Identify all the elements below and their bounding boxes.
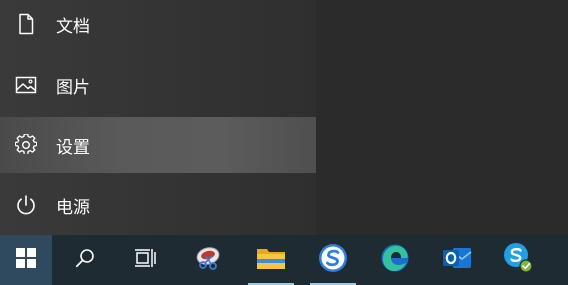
menu-item-documents[interactable]: 文档 bbox=[0, 0, 316, 52]
outlook-icon bbox=[441, 243, 473, 277]
menu-item-pictures[interactable]: 图片 bbox=[0, 57, 316, 113]
taskbar bbox=[0, 235, 568, 285]
skype-icon bbox=[502, 241, 536, 279]
snipping-tool-icon bbox=[194, 243, 224, 277]
menu-item-settings[interactable]: 设置 bbox=[0, 117, 316, 173]
search-icon bbox=[75, 248, 95, 272]
start-menu-left-pane: 文档 图片 设置 电源 bbox=[0, 0, 316, 235]
settings-gear-icon bbox=[13, 132, 39, 158]
menu-item-power[interactable]: 电源 bbox=[0, 177, 316, 233]
task-view-button[interactable] bbox=[116, 235, 174, 285]
start-button[interactable] bbox=[0, 235, 52, 285]
taskbar-app-outlook[interactable] bbox=[428, 235, 486, 285]
taskbar-app-edge[interactable] bbox=[366, 235, 424, 285]
edge-browser-icon bbox=[379, 242, 411, 278]
menu-item-label: 文档 bbox=[56, 16, 90, 37]
taskbar-app-file-explorer[interactable] bbox=[242, 235, 300, 285]
taskbar-app-snipping-tool[interactable] bbox=[180, 235, 238, 285]
taskbar-app-sogou[interactable] bbox=[304, 235, 362, 285]
pictures-icon bbox=[13, 72, 39, 98]
menu-item-label: 电源 bbox=[56, 197, 90, 218]
start-menu-tiles-pane bbox=[316, 0, 568, 235]
search-button[interactable] bbox=[56, 235, 114, 285]
sogou-app-icon bbox=[317, 242, 349, 278]
menu-item-label: 设置 bbox=[56, 137, 90, 158]
file-explorer-icon bbox=[256, 245, 286, 275]
windows-start-icon bbox=[16, 248, 36, 272]
task-view-icon bbox=[134, 248, 156, 272]
taskbar-app-skype[interactable] bbox=[490, 235, 548, 285]
power-icon bbox=[13, 192, 39, 218]
start-menu: 文档 图片 设置 电源 bbox=[0, 0, 568, 235]
document-icon bbox=[13, 11, 39, 37]
menu-item-label: 图片 bbox=[56, 77, 90, 98]
